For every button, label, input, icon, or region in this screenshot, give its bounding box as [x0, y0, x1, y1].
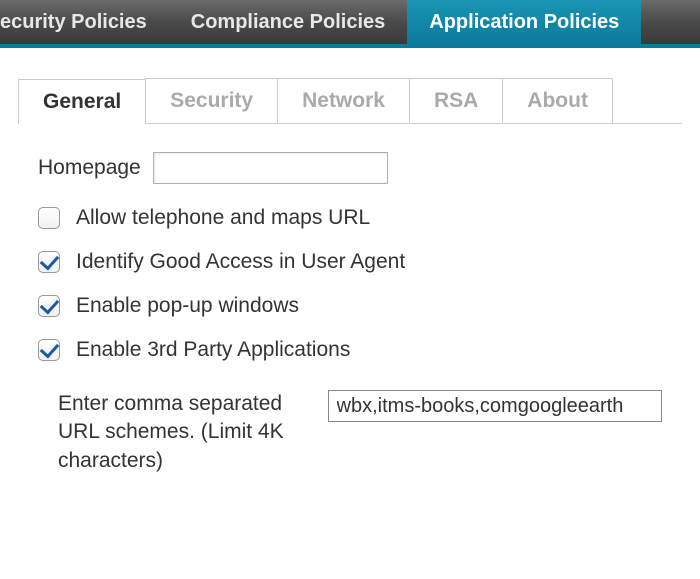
- checkbox-label-enable-popup: Enable pop-up windows: [76, 294, 299, 318]
- checkbox-row-enable-popup: Enable pop-up windows: [38, 294, 662, 318]
- nav-compliance-policies[interactable]: Compliance Policies: [169, 0, 408, 44]
- tab-network[interactable]: Network: [277, 78, 410, 123]
- homepage-input[interactable]: [153, 152, 388, 184]
- checkbox-label-enable-3rd-party: Enable 3rd Party Applications: [76, 338, 350, 362]
- form-area: Homepage Allow telephone and maps URL Id…: [18, 124, 682, 495]
- nav-application-policies[interactable]: Application Policies: [407, 0, 641, 44]
- sub-tabs: General Security Network RSA About: [18, 78, 682, 124]
- homepage-label: Homepage: [38, 156, 141, 180]
- checkbox-label-identify-good-access: Identify Good Access in User Agent: [76, 250, 405, 274]
- content-area: General Security Network RSA About Homep…: [0, 48, 700, 515]
- homepage-row: Homepage: [38, 152, 662, 184]
- checkbox-row-identify-good-access: Identify Good Access in User Agent: [38, 250, 662, 274]
- tab-rsa[interactable]: RSA: [409, 78, 503, 123]
- tab-security[interactable]: Security: [145, 78, 278, 123]
- top-nav: ecurity Policies Compliance Policies App…: [0, 0, 700, 48]
- url-schemes-input[interactable]: [328, 390, 662, 422]
- checkbox-identify-good-access[interactable]: [38, 251, 60, 273]
- checkbox-row-allow-telephone: Allow telephone and maps URL: [38, 206, 662, 230]
- checkbox-row-enable-3rd-party: Enable 3rd Party Applications: [38, 338, 662, 362]
- checkbox-enable-3rd-party[interactable]: [38, 339, 60, 361]
- url-schemes-label: Enter comma separated URL schemes. (Limi…: [58, 390, 328, 475]
- tab-general[interactable]: General: [18, 79, 146, 124]
- checkbox-enable-popup[interactable]: [38, 295, 60, 317]
- nav-security-policies[interactable]: ecurity Policies: [0, 0, 169, 44]
- tab-about[interactable]: About: [502, 78, 613, 123]
- checkbox-allow-telephone[interactable]: [38, 207, 60, 229]
- checkbox-label-allow-telephone: Allow telephone and maps URL: [76, 206, 370, 230]
- url-schemes-row: Enter comma separated URL schemes. (Limi…: [58, 390, 662, 475]
